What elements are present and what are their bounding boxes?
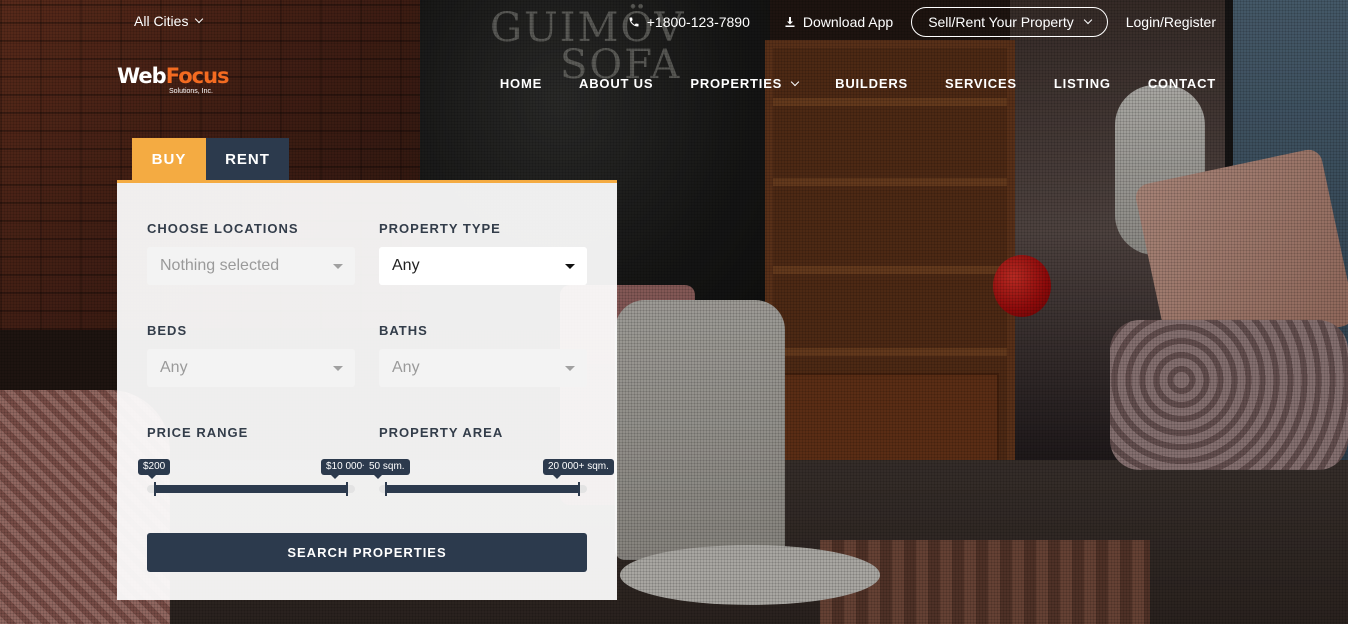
- login-register-label: Login/Register: [1125, 14, 1216, 30]
- baths-value: Any: [392, 359, 420, 376]
- locations-select[interactable]: Nothing selected: [147, 247, 355, 285]
- nav-properties-label: PROPERTIES: [690, 76, 783, 91]
- price-max-handle[interactable]: [346, 482, 348, 496]
- download-app-link[interactable]: Download App: [784, 7, 893, 37]
- nav-contact-label: CONTACT: [1147, 76, 1216, 91]
- sell-rent-label: Sell/Rent Your Property: [928, 14, 1074, 30]
- nav-builders-label: BUILDERS: [835, 76, 908, 91]
- chevron-down-icon: [195, 14, 204, 24]
- nav-builders[interactable]: BUILDERS: [835, 76, 908, 91]
- property-area-label: PROPERTY AREA: [379, 425, 504, 440]
- chevron-down-icon: [1083, 15, 1092, 25]
- nav-listing-label: LISTING: [1053, 76, 1111, 91]
- nav-listing[interactable]: LISTING: [1054, 76, 1111, 91]
- logo-word-focus: Focus: [165, 64, 230, 88]
- nav-home[interactable]: HOME: [500, 76, 542, 91]
- city-selector[interactable]: All Cities: [134, 13, 204, 29]
- nav-about-us[interactable]: ABOUT US: [579, 76, 653, 91]
- phone-link[interactable]: +1800-123-7890: [628, 7, 750, 37]
- main-nav: HOME ABOUT US PROPERTIES BUILDERS SERVIC…: [463, 76, 1216, 91]
- area-max-handle[interactable]: [578, 482, 580, 496]
- caret-down-icon: [565, 264, 575, 269]
- nav-about-us-label: ABOUT US: [579, 76, 654, 91]
- property-type-value: Any: [392, 257, 420, 274]
- download-app-label: Download App: [802, 14, 894, 30]
- area-max-tooltip: 20 000+ sqm.: [543, 459, 614, 479]
- nav-home-label: HOME: [499, 76, 543, 91]
- nav-properties[interactable]: PROPERTIES: [690, 76, 800, 91]
- top-bar-actions: +1800-123-7890 Download App Sell/Rent Yo…: [594, 7, 1216, 37]
- price-min-tooltip: $200: [138, 459, 171, 479]
- property-type-label: PROPERTY TYPE: [379, 221, 501, 236]
- locations-value: Nothing selected: [160, 257, 280, 274]
- price-range-fill: [155, 485, 347, 493]
- login-register-link[interactable]: Login/Register: [1126, 7, 1216, 37]
- sell-rent-button[interactable]: Sell/Rent Your Property: [911, 7, 1108, 37]
- phone-number: +1800-123-7890: [646, 14, 750, 30]
- top-bar: All Cities +1800-123-7890 Download App S…: [0, 0, 1348, 42]
- caret-down-icon: [333, 264, 343, 269]
- search-panel: CHOOSE LOCATIONS Nothing selected PROPER…: [117, 180, 617, 600]
- logo-word-web: Web: [117, 64, 167, 88]
- property-area-fill: [386, 485, 579, 493]
- nav-services-label: SERVICES: [945, 76, 1017, 91]
- beds-value: Any: [160, 359, 188, 376]
- baths-label: BATHS: [379, 323, 428, 338]
- city-label: All Cities: [134, 13, 189, 29]
- caret-down-icon: [333, 366, 343, 371]
- area-min-tooltip: 50 sqm.: [364, 459, 410, 479]
- chevron-down-icon: [790, 77, 800, 86]
- area-min-handle[interactable]: [385, 482, 387, 496]
- site-logo[interactable]: WebFocus Solutions, Inc.: [117, 64, 230, 104]
- phone-icon: [629, 17, 639, 27]
- tab-rent[interactable]: RENT: [206, 138, 289, 180]
- tab-buy[interactable]: BUY: [132, 138, 206, 180]
- search-tabs: BUY RENT: [132, 138, 289, 180]
- caret-down-icon: [565, 366, 575, 371]
- beds-label: BEDS: [147, 323, 188, 338]
- beds-select[interactable]: Any: [147, 349, 355, 387]
- download-icon: [785, 17, 795, 27]
- price-min-handle[interactable]: [154, 482, 156, 496]
- nav-services[interactable]: SERVICES: [945, 76, 1017, 91]
- logo-subtitle: Solutions, Inc.: [169, 88, 213, 95]
- price-range-label: PRICE RANGE: [147, 425, 249, 440]
- nav-contact[interactable]: CONTACT: [1148, 76, 1216, 91]
- locations-label: CHOOSE LOCATIONS: [147, 221, 299, 236]
- search-properties-button[interactable]: SEARCH PROPERTIES: [147, 533, 587, 572]
- baths-select[interactable]: Any: [379, 349, 587, 387]
- property-type-select[interactable]: Any: [379, 247, 587, 285]
